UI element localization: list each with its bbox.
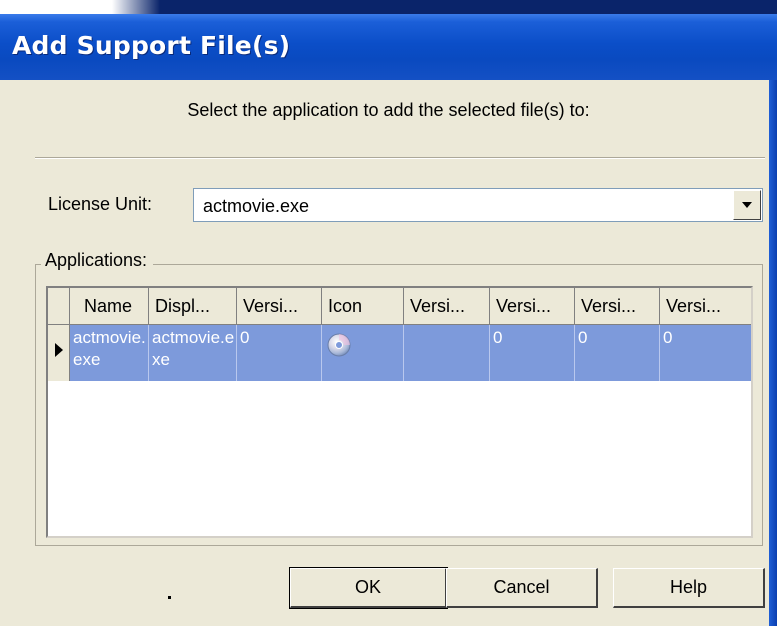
column-header-display[interactable]: Displ...	[149, 288, 237, 324]
table-row[interactable]: actmovie.exe actmovie.exe 0 0 0 0	[48, 325, 751, 381]
title-bar[interactable]: Add Support File(s)	[0, 14, 777, 80]
cell-version-3[interactable]: 0	[490, 325, 575, 381]
disc-icon	[327, 333, 351, 357]
cancel-button[interactable]: Cancel	[446, 568, 598, 608]
column-header-version-5[interactable]: Versi...	[660, 288, 751, 324]
grid-header: Name Displ... Versi... Icon Versi... Ver…	[48, 288, 751, 325]
dropdown-button[interactable]	[733, 190, 761, 220]
window-frame-top	[0, 0, 777, 14]
column-header-version-3[interactable]: Versi...	[490, 288, 575, 324]
cell-version-4[interactable]: 0	[575, 325, 660, 381]
instruction-text: Select the application to add the select…	[187, 100, 590, 120]
column-header-icon[interactable]: Icon	[322, 288, 404, 324]
window-title: Add Support File(s)	[12, 31, 291, 60]
license-unit-label: License Unit:	[48, 194, 153, 214]
header-corner	[48, 288, 70, 324]
cell-version-5[interactable]: 0	[660, 325, 751, 381]
window-right-border	[769, 80, 777, 626]
column-header-name[interactable]: Name	[70, 288, 149, 324]
separator	[35, 157, 765, 159]
help-button[interactable]: Help	[613, 568, 765, 608]
applications-grid[interactable]: Name Displ... Versi... Icon Versi... Ver…	[46, 286, 753, 538]
row-header[interactable]	[48, 325, 70, 381]
applications-label: Applications:	[41, 250, 154, 271]
cell-version-2[interactable]	[404, 325, 490, 381]
column-header-version-4[interactable]: Versi...	[575, 288, 660, 324]
column-header-version-1[interactable]: Versi...	[237, 288, 322, 324]
license-unit-value: actmovie.exe	[203, 196, 310, 216]
ok-button[interactable]: OK	[289, 567, 448, 609]
cell-version-1[interactable]: 0	[237, 325, 322, 381]
cell-display[interactable]: actmovie.exe	[149, 325, 237, 381]
dialog-window: Add Support File(s) Select the applicati…	[0, 0, 777, 626]
chevron-down-icon	[742, 202, 752, 208]
license-unit-combobox[interactable]: actmovie.exe	[193, 188, 763, 222]
current-row-arrow-icon	[55, 343, 63, 357]
status-dot	[168, 596, 171, 599]
frame-notch	[0, 0, 160, 14]
cell-icon[interactable]	[322, 325, 404, 381]
cell-name[interactable]: actmovie.exe	[70, 325, 149, 381]
column-header-version-2[interactable]: Versi...	[404, 288, 490, 324]
